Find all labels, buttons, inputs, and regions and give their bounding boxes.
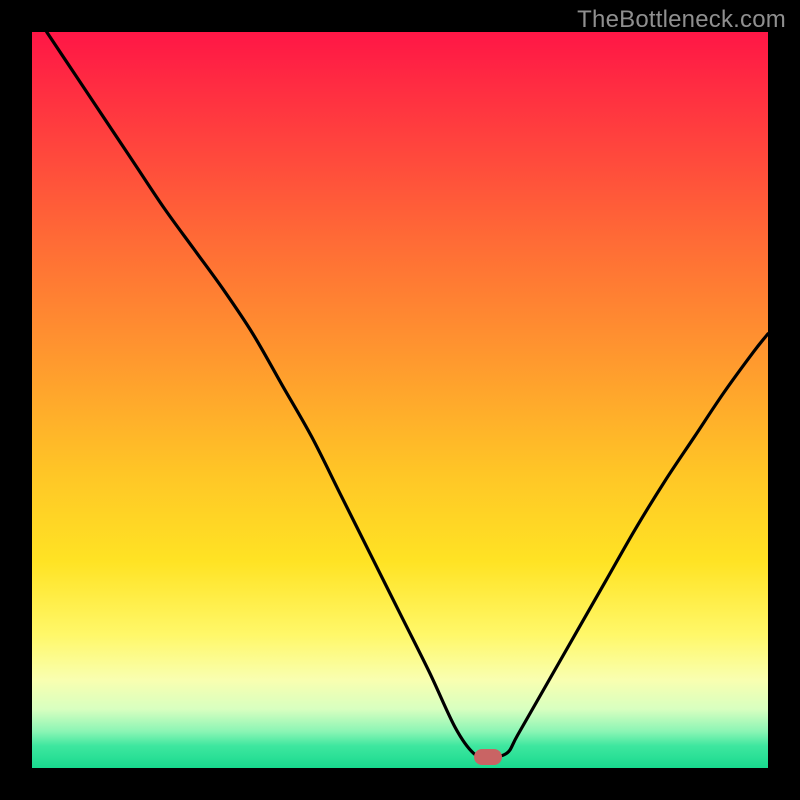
plot-area	[32, 32, 768, 768]
watermark-text: TheBottleneck.com	[577, 6, 786, 34]
chart-frame: TheBottleneck.com	[0, 0, 800, 800]
optimal-point-marker	[474, 749, 502, 765]
bottleneck-curve	[32, 32, 768, 768]
